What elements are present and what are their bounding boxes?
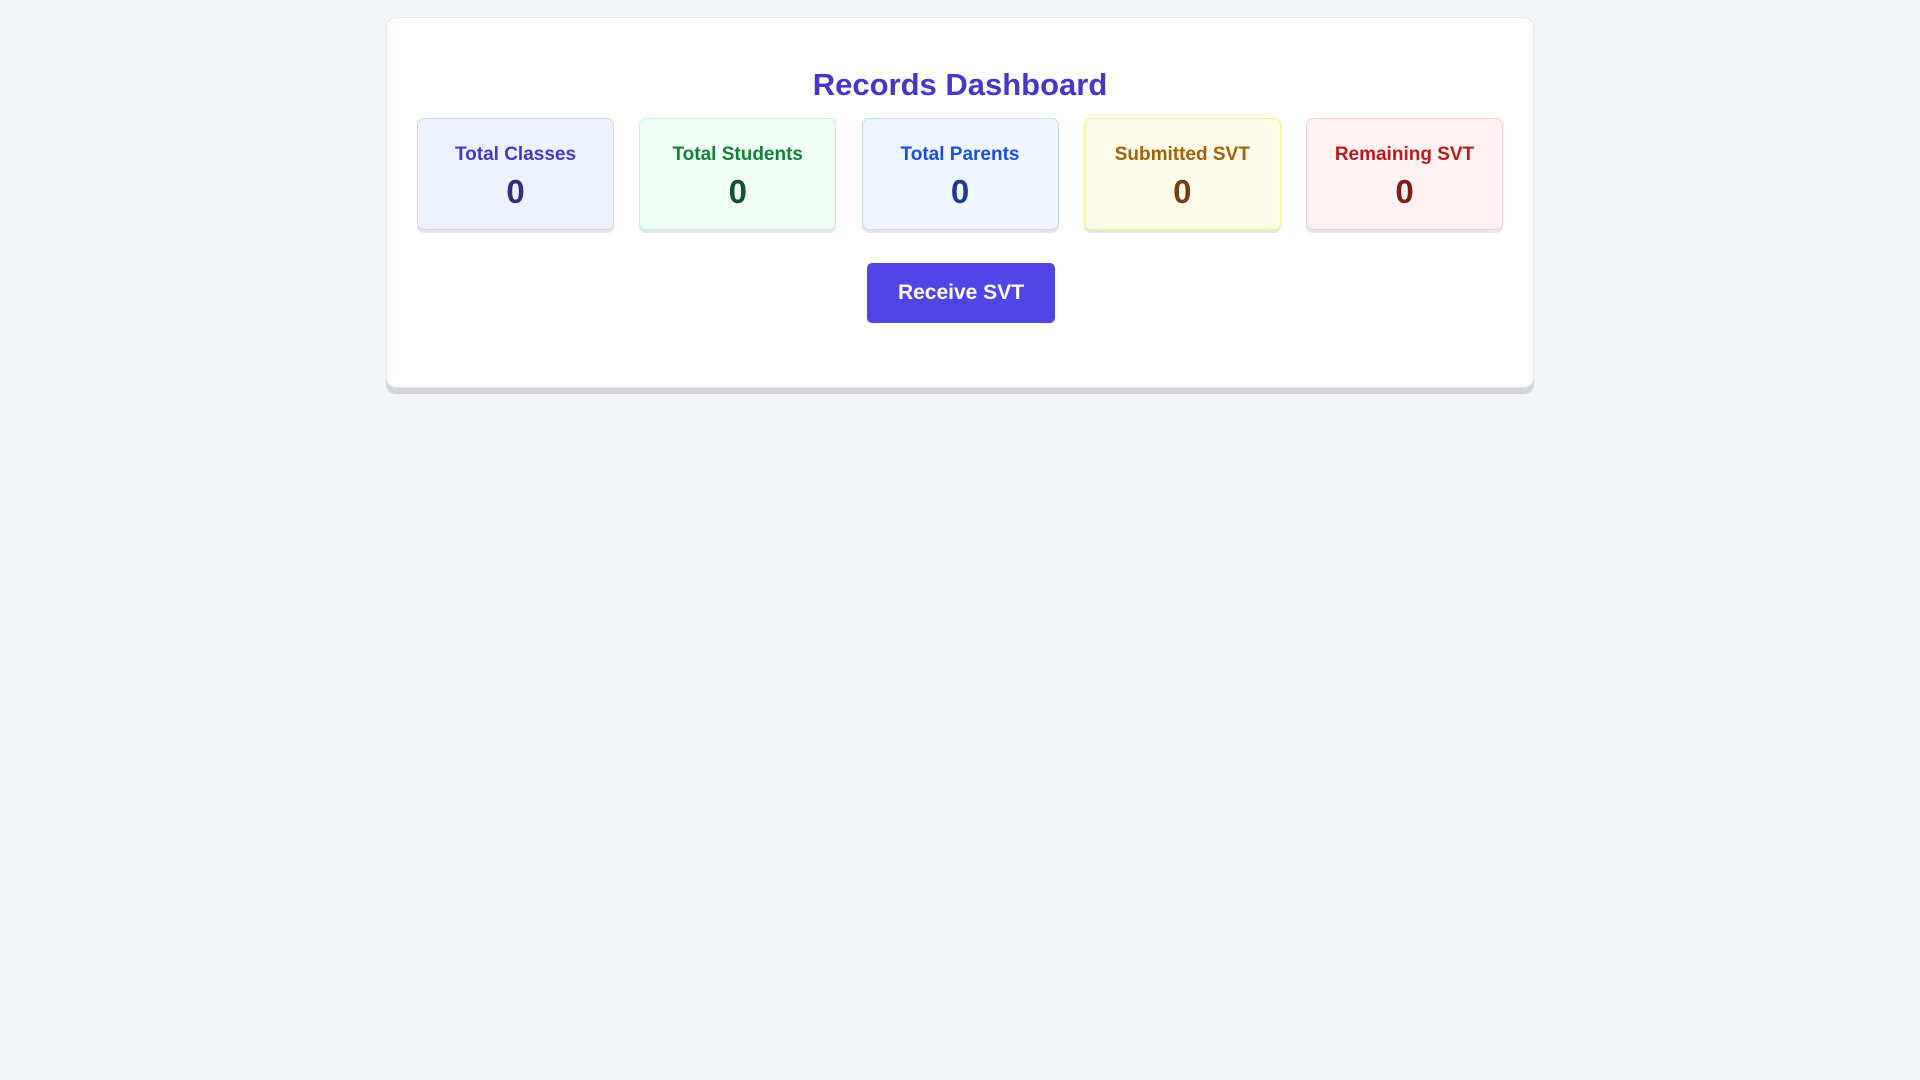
stat-value-total-classes: 0 [506, 173, 525, 210]
stat-card-total-students: Total Students 0 [639, 118, 837, 230]
stat-value-submitted-svt: 0 [1173, 173, 1192, 210]
stat-value-total-students: 0 [728, 173, 747, 210]
stat-card-submitted-svt: Submitted SVT 0 [1083, 118, 1281, 230]
receive-svt-button[interactable]: Receive SVT [867, 263, 1055, 323]
page-title: Records Dashboard [812, 67, 1108, 102]
stat-value-remaining-svt: 0 [1395, 173, 1414, 210]
stat-label-total-classes: Total Classes [454, 144, 577, 165]
stat-value-total-parents: 0 [950, 173, 970, 210]
stat-card-total-classes: Total Classes 0 [417, 118, 614, 230]
stat-label-total-parents: Total Parents [900, 144, 1020, 165]
stat-card-remaining-svt: Remaining SVT 0 [1306, 118, 1503, 230]
stats-row: Total Classes 0 Total Students 0 Total P… [417, 118, 1503, 232]
stat-card-total-parents: Total Parents 0 [861, 118, 1059, 230]
stat-label-remaining-svt: Remaining SVT [1334, 144, 1475, 165]
page: Records Dashboard Total Classes 0 Total … [0, 0, 1920, 1080]
dashboard-card: Records Dashboard Total Classes 0 Total … [386, 17, 1534, 388]
stat-label-total-students: Total Students [672, 144, 804, 165]
stat-label-submitted-svt: Submitted SVT [1114, 144, 1250, 165]
